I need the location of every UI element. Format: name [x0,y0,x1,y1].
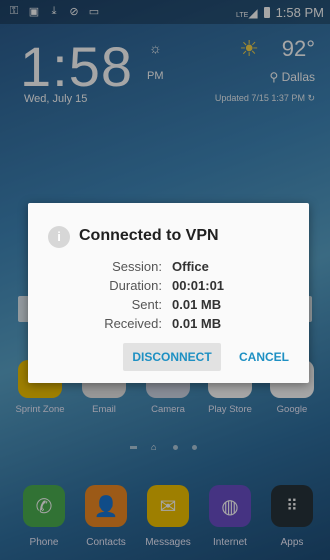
info-row-sent: Sent: 0.01 MB [28,297,309,315]
info-row-session: Session: Office [28,259,309,277]
info-value: 0.01 MB [172,316,222,331]
info-label: Sent: [131,297,162,312]
info-label: Duration: [109,278,162,293]
info-value: 0.01 MB [172,297,222,312]
info-label: Received: [104,316,162,331]
info-value: Office [172,259,209,274]
info-value: 00:01:01 [172,278,225,293]
info-row-duration: Duration: 00:01:01 [28,278,309,296]
disconnect-button[interactable]: DISCONNECT [123,343,221,371]
info-label: Session: [112,259,162,274]
cancel-button[interactable]: CANCEL [231,343,297,371]
vpn-dialog: i Connected to VPN Session: Office Durat… [28,203,309,383]
info-row-received: Received: 0.01 MB [28,316,309,334]
info-icon: i [48,226,70,248]
dialog-title: Connected to VPN [79,227,219,244]
